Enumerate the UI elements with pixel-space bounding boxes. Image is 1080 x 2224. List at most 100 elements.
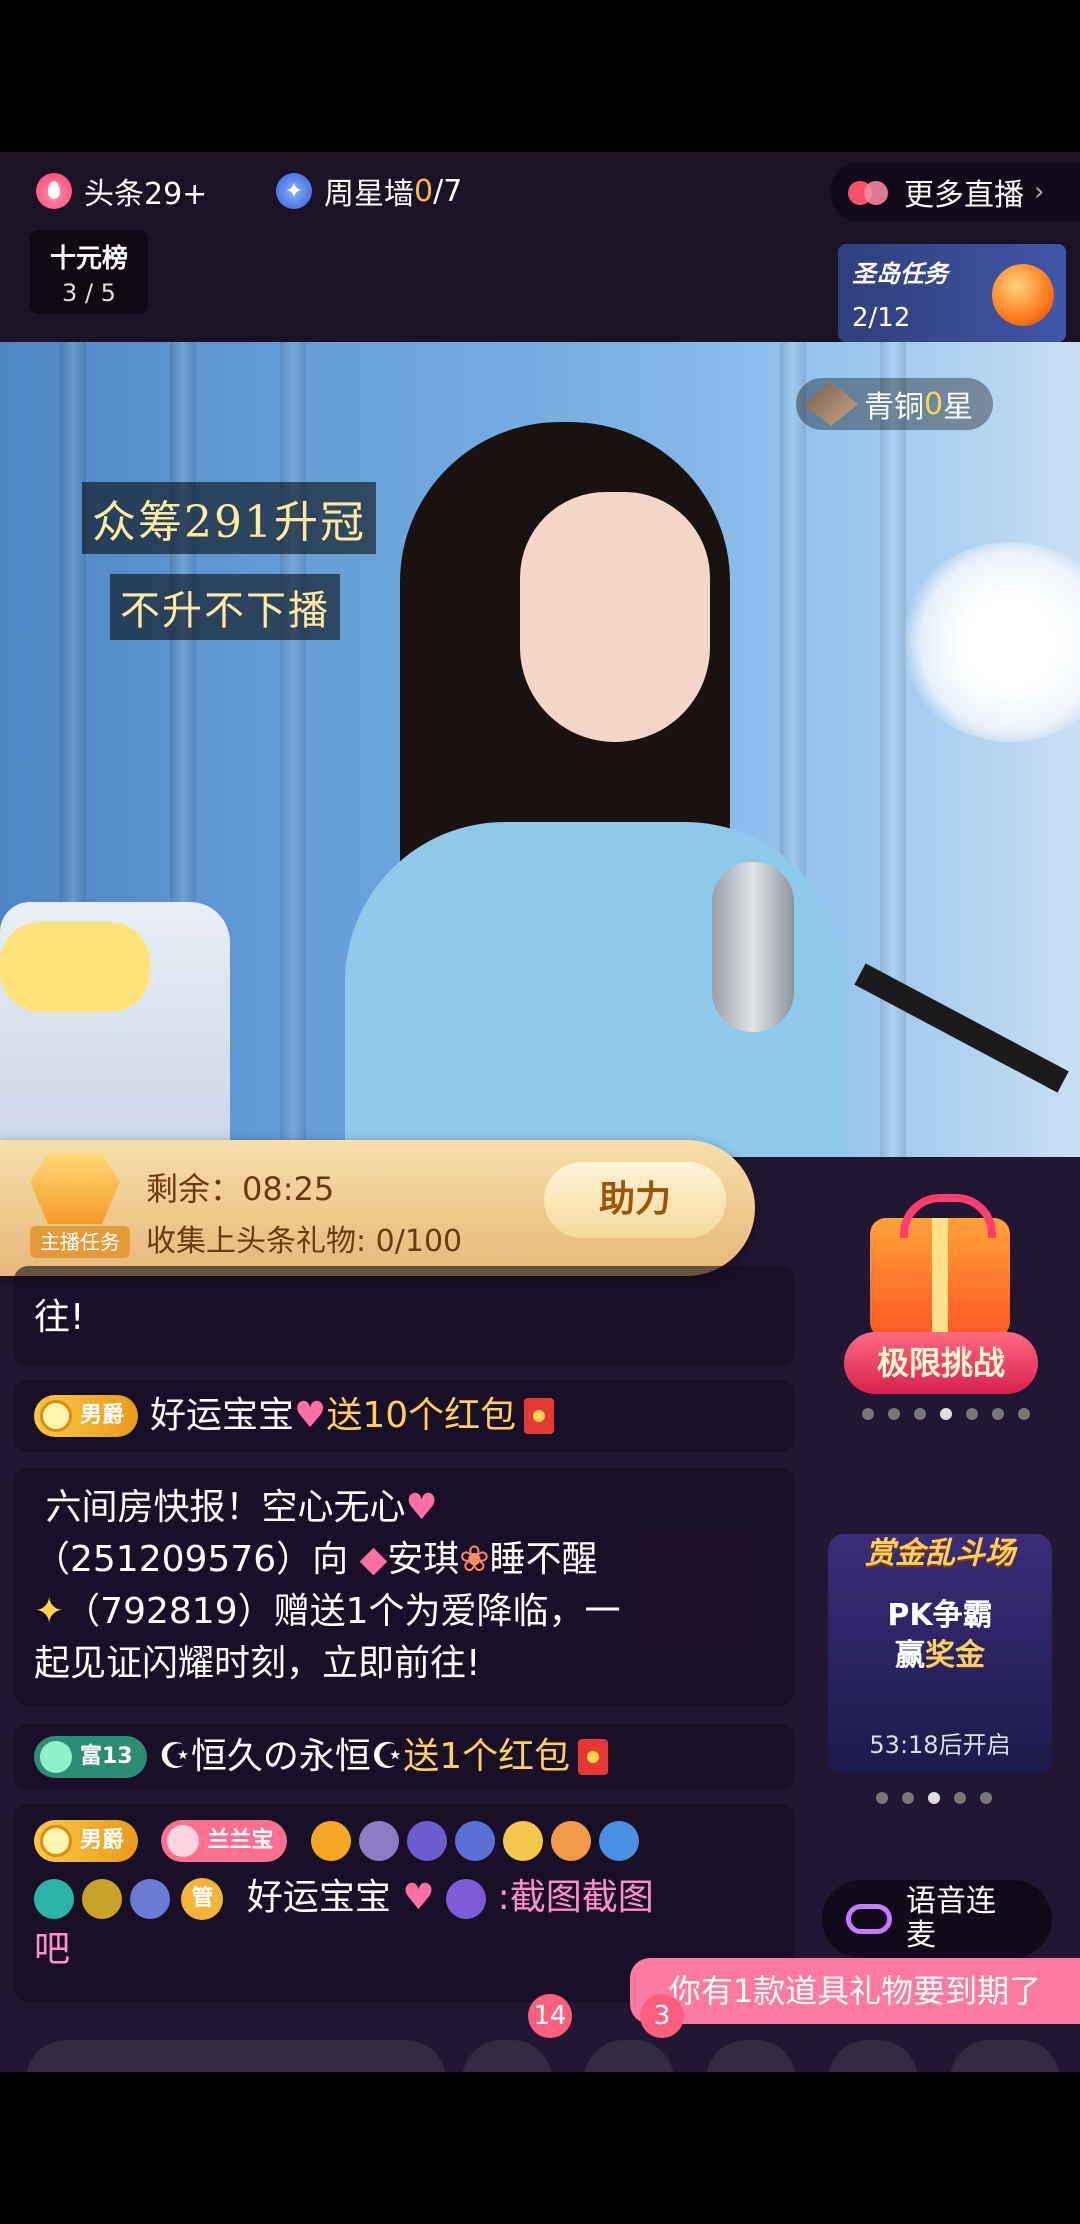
voice-link-button[interactable]: 语音连麦 <box>822 1880 1052 1958</box>
wealth-badge: 富13 <box>34 1736 147 1778</box>
collect-label: 收集上头条礼物: <box>146 1224 367 1259</box>
fan-badge: 兰兰宝 <box>161 1820 288 1862</box>
live-room: 头条29+ ✦ 周星墙 0 /7 更多直播 › 十元榜 3 / 5 圣岛任务 2… <box>0 152 1080 2072</box>
bottom-bar: 14 3 <box>0 1994 1080 2072</box>
triangle-icon <box>40 1741 72 1773</box>
arena-pk-label: PK争霸 <box>887 1598 993 1633</box>
ranking-button[interactable]: 十元榜 3 / 5 <box>30 230 148 314</box>
chat-text: 吧 <box>34 1929 71 1970</box>
badge-icon <box>598 1821 639 1861</box>
gift-button[interactable] <box>950 2040 1060 2072</box>
live-video[interactable]: 众筹291升冠 不升不下播 青铜 0 星 <box>0 342 1080 1157</box>
medal-icon <box>406 1821 447 1861</box>
message-button[interactable] <box>462 2040 552 2072</box>
message-count-badge: 14 <box>528 1994 572 2038</box>
help-button[interactable]: 助力 <box>544 1162 726 1238</box>
chat-list[interactable]: 往! 男爵 好运宝宝 ♥ 送10个红包 六间房快报！空心无心♥ （2512095… <box>0 1266 800 2072</box>
challenge-label: 极限挑战 <box>844 1332 1038 1394</box>
ranking-title: 十元榜 <box>49 244 128 274</box>
baron-badge: 男爵 <box>34 1395 139 1437</box>
paw-icon: ❀ <box>459 1539 490 1580</box>
top-bar: 头条29+ ✦ 周星墙 0 /7 更多直播 › 十元榜 3 / 5 圣岛任务 2… <box>0 152 1080 342</box>
star-wall-label: 周星墙 <box>324 177 414 212</box>
streamer-face <box>520 492 710 742</box>
badge-row <box>310 1821 639 1861</box>
chat-message: 男爵 好运宝宝 ♥ 送10个红包 <box>14 1380 794 1452</box>
overlay-line-2: 不升不下播 <box>110 574 340 640</box>
contacts-count-badge: 3 <box>640 1994 684 2038</box>
star-wall-current: 0 <box>414 173 434 209</box>
chat-username[interactable]: ☪恒久の永恒☪ <box>159 1731 404 1783</box>
carousel-dots <box>862 1408 1030 1420</box>
level-value: 0 <box>924 386 944 422</box>
voice-label: 语音连麦 <box>906 1885 996 1953</box>
voice-label-line2: 麦 <box>906 1918 936 1953</box>
gem-icon: ◆ <box>359 1539 388 1580</box>
chat-username[interactable]: 安琪 <box>387 1539 459 1580</box>
sparkle-icon: ✦ <box>34 1591 65 1632</box>
headline-button[interactable]: 头条29+ <box>36 166 207 216</box>
host-task-bar: 主播任务 剩余：08:25 收集上头条礼物: 0/100 助力 <box>0 1140 755 1276</box>
star-wall-button[interactable]: ✦ 周星墙 0 /7 <box>276 166 462 216</box>
microphone <box>712 862 794 1032</box>
chat-message: 往! <box>14 1266 794 1366</box>
bronze-rank-icon <box>804 382 858 426</box>
orb-icon <box>992 264 1054 326</box>
badge-label: 男爵 <box>80 1403 125 1428</box>
heart-badge-icon <box>167 1825 200 1857</box>
level-prefix: 青铜 <box>864 390 924 425</box>
chat-input[interactable] <box>26 2040 446 2072</box>
emoji-button[interactable] <box>706 2040 796 2072</box>
island-task-button[interactable]: 圣岛任务 2/12 <box>838 244 1066 342</box>
red-packet-button[interactable] <box>828 2040 918 2072</box>
arena-prize-pre: 赢 <box>895 1638 925 1673</box>
remaining-label: 剩余： <box>146 1170 243 1208</box>
badge-label: 兰兰宝 <box>207 1828 274 1853</box>
crown-icon <box>310 1821 351 1861</box>
ranking-value: 3 / 5 <box>62 279 116 307</box>
chat-text: :截图截图 <box>497 1877 654 1918</box>
manager-badge: 管 <box>181 1878 224 1920</box>
cube-icon <box>34 1879 74 1919</box>
chat-username[interactable]: 好运宝宝 <box>150 1390 294 1442</box>
badge-label: 男爵 <box>80 1828 125 1853</box>
medal-icon <box>358 1821 399 1861</box>
host-task-badge: 主播任务 <box>30 1226 130 1258</box>
guard-icon <box>502 1821 543 1861</box>
badge-row <box>34 1879 170 1919</box>
chat-text: 往! <box>34 1297 85 1338</box>
star-icon: ✦ <box>276 173 312 209</box>
badge-label: 富13 <box>80 1744 133 1769</box>
collect-progress: 0/100 <box>375 1224 463 1259</box>
link-icon <box>846 1904 892 1934</box>
carousel-dot <box>876 1792 888 1804</box>
chat-text: 起见证闪耀时刻，立即前往! <box>34 1643 481 1684</box>
remaining-time: 08:25 <box>242 1170 335 1208</box>
remaining-row: 剩余：08:25 <box>146 1164 334 1210</box>
extreme-challenge-button[interactable]: 极限挑战 <box>840 1194 1040 1428</box>
more-live-label: 更多直播 <box>904 178 1024 213</box>
carousel-dot <box>902 1792 914 1804</box>
chat-username[interactable]: 睡不醒 <box>489 1539 597 1580</box>
overlay-line-1: 众筹291升冠 <box>82 482 376 554</box>
star-wall-total: /7 <box>433 173 463 209</box>
more-live-button[interactable]: 更多直播 › <box>830 162 1080 222</box>
curtain-fold <box>880 342 906 1157</box>
chat-text: （251209576）向 <box>34 1539 349 1580</box>
carousel-dot <box>940 1408 952 1420</box>
level-badge[interactable]: 青铜 0 星 <box>796 378 994 430</box>
rank-icon <box>550 1821 591 1861</box>
cloud-decoration <box>900 542 1080 742</box>
carousel-dot <box>1018 1408 1030 1420</box>
contacts-button[interactable] <box>584 2040 674 2072</box>
flame-icon <box>36 173 72 209</box>
bounty-arena-button[interactable]: 赏金乱斗场 PK争霸 赢奖金 53:18后开启 <box>828 1534 1052 1774</box>
coin-icon <box>40 1400 72 1432</box>
chevron-right-icon: › <box>1034 177 1045 207</box>
carousel-dot <box>914 1408 926 1420</box>
live-dots-icon <box>848 179 892 205</box>
host-task-icon <box>30 1154 120 1224</box>
expiring-gift-tooltip[interactable]: 你有1款道具礼物要到期了 <box>630 1958 1080 2024</box>
gift-box-icon <box>870 1194 1010 1338</box>
chat-username[interactable]: 好运宝宝 <box>247 1877 391 1918</box>
